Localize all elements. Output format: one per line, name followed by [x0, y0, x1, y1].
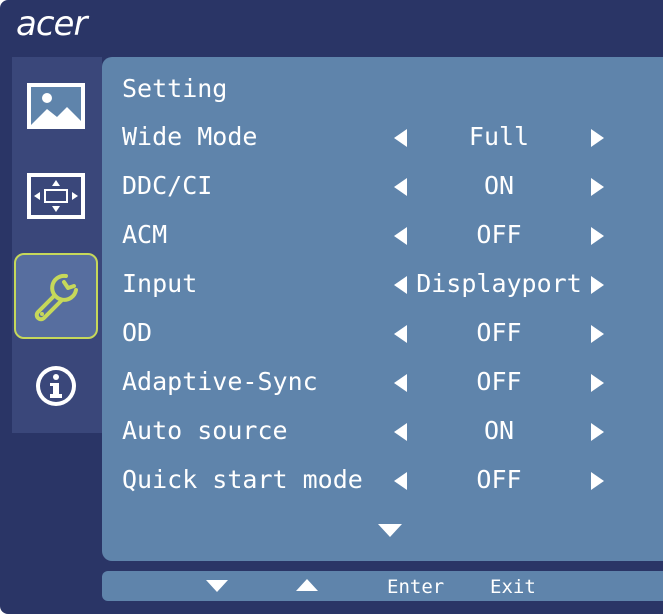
arrow-right-icon[interactable] — [591, 129, 604, 147]
menu-row-od[interactable]: OD OFF — [102, 309, 663, 357]
arrow-up-icon[interactable] — [296, 579, 318, 591]
settings-panel: Setting Wide Mode Full DDC/CI ON ACM OFF… — [102, 57, 663, 561]
arrow-down-icon[interactable] — [206, 580, 228, 592]
menu-row-acm[interactable]: ACM OFF — [102, 211, 663, 259]
key-hint-bar: Enter Exit — [102, 571, 663, 601]
menu-row-value: Full — [468, 122, 530, 151]
menu-row-label: Auto source — [122, 416, 288, 445]
wrench-settings-icon — [28, 268, 84, 324]
enter-hint[interactable]: Enter — [387, 574, 444, 600]
menu-row-label: Adaptive-Sync — [122, 367, 318, 396]
arrow-right-icon[interactable] — [591, 423, 604, 441]
nav-item-screen-position[interactable] — [14, 153, 98, 239]
arrow-left-icon[interactable] — [394, 374, 407, 392]
menu-row-adaptive-sync[interactable]: Adaptive-Sync OFF — [102, 358, 663, 406]
arrow-left-icon[interactable] — [394, 276, 407, 294]
screen-position-icon — [25, 171, 87, 221]
menu-row-input[interactable]: Input Displayport — [102, 260, 663, 308]
chevron-down-icon[interactable] — [378, 524, 402, 537]
menu-row-value: OFF — [476, 220, 522, 249]
osd-window: acer Setting Wide Mode Full DDC/CI ON AC… — [0, 0, 663, 614]
arrow-left-icon[interactable] — [394, 129, 407, 147]
nav-item-picture[interactable] — [14, 63, 98, 149]
arrow-right-icon[interactable] — [591, 374, 604, 392]
menu-row-label: ACM — [122, 220, 168, 249]
menu-row-label: Wide Mode — [122, 122, 258, 151]
menu-row-auto-source[interactable]: Auto source ON — [102, 407, 663, 455]
menu-row-wide-mode[interactable]: Wide Mode Full — [102, 113, 663, 161]
nav-item-information[interactable] — [14, 343, 98, 429]
arrow-right-icon[interactable] — [591, 472, 604, 490]
menu-row-quick-start-mode[interactable]: Quick start mode OFF — [102, 456, 663, 504]
nav-item-setting[interactable] — [14, 253, 98, 339]
menu-row-label: DDC/CI — [122, 171, 213, 200]
menu-row-label: Input — [122, 269, 198, 298]
arrow-left-icon[interactable] — [394, 472, 407, 490]
picture-icon — [25, 81, 87, 131]
arrow-right-icon[interactable] — [591, 178, 604, 196]
arrow-left-icon[interactable] — [394, 178, 407, 196]
category-nav — [12, 57, 102, 433]
info-icon — [32, 362, 80, 410]
menu-row-value: OFF — [476, 367, 522, 396]
arrow-left-icon[interactable] — [394, 423, 407, 441]
menu-row-label: OD — [122, 318, 153, 347]
menu-row-value: ON — [483, 171, 515, 200]
page-title: Setting — [122, 74, 228, 103]
arrow-left-icon[interactable] — [394, 227, 407, 245]
exit-hint[interactable]: Exit — [490, 574, 536, 600]
arrow-right-icon[interactable] — [591, 276, 604, 294]
acer-logo: acer — [16, 4, 87, 44]
menu-row-value: Displayport — [416, 269, 582, 298]
menu-row-ddc-ci[interactable]: DDC/CI ON — [102, 162, 663, 210]
menu-row-label: Quick start mode — [122, 465, 363, 494]
menu-row-value: OFF — [476, 318, 522, 347]
arrow-left-icon[interactable] — [394, 325, 407, 343]
arrow-right-icon[interactable] — [591, 227, 604, 245]
arrow-right-icon[interactable] — [591, 325, 604, 343]
menu-row-value: ON — [483, 416, 515, 445]
menu-row-value: OFF — [476, 465, 522, 494]
